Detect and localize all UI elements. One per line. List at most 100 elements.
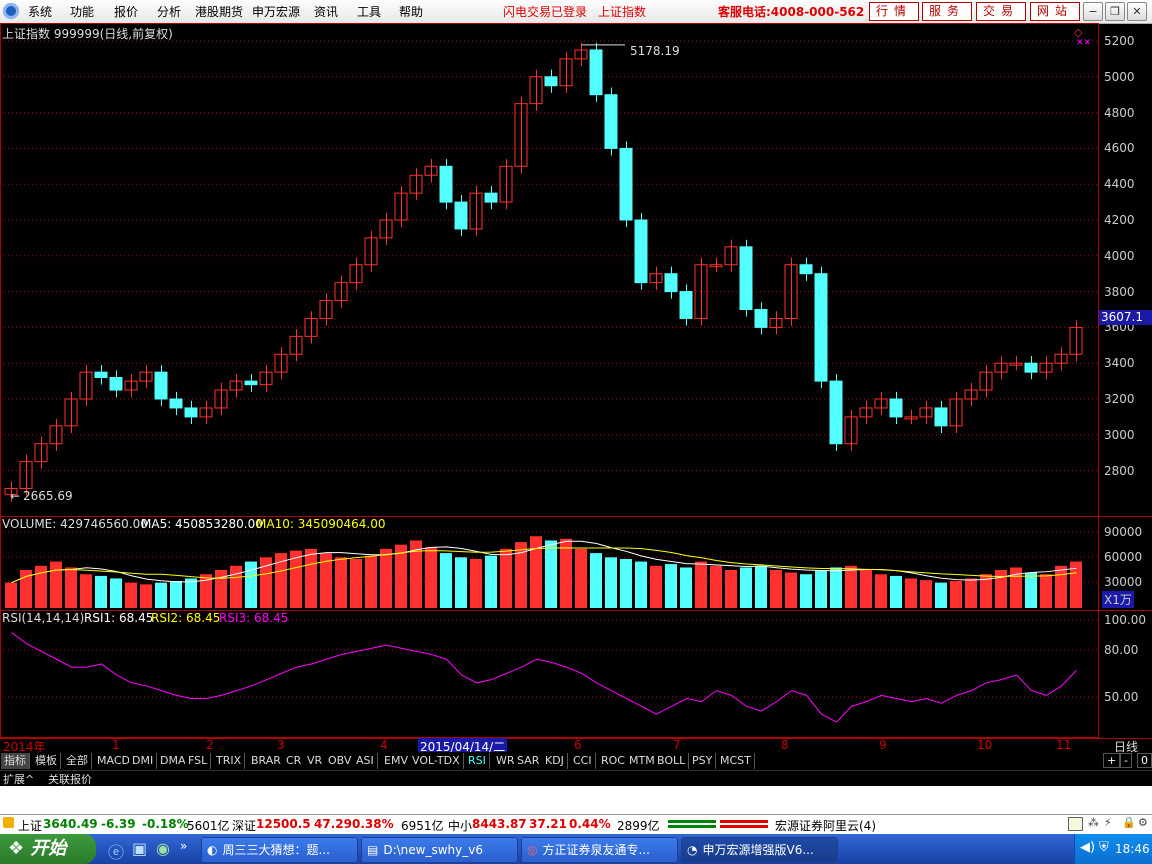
trade-button[interactable]: 交易 — [976, 2, 1026, 21]
market-button[interactable]: 行情 — [869, 2, 919, 21]
minimize-icon[interactable]: − — [1083, 2, 1103, 21]
rsi1-value: RSI1: 68.45 — [84, 611, 154, 625]
menu-shenwan[interactable]: 申万宏源 — [252, 3, 300, 20]
kline-chart[interactable] — [0, 23, 1099, 738]
task-icon: ◔ — [687, 843, 698, 857]
settings-icon[interactable]: ⚙ — [1138, 816, 1148, 829]
rsi3-value: RSI3: 68.45 — [219, 611, 289, 625]
candle — [109, 377, 123, 391]
tab-sar[interactable]: SAR — [514, 753, 544, 769]
clock: 18:46 — [1115, 842, 1150, 856]
candle — [679, 291, 693, 319]
ie-icon[interactable]: ⓔ — [108, 839, 124, 863]
time-label: 11 — [1056, 738, 1072, 752]
candle — [484, 192, 498, 203]
note-icon[interactable] — [1068, 817, 1083, 831]
sh-amount: 5601亿 — [187, 819, 230, 833]
volume-bar — [695, 561, 707, 608]
task-item-4[interactable]: ◔ 申万宏源增强版V6... — [681, 837, 838, 863]
tab-asi[interactable]: ASI — [353, 753, 378, 769]
hotline-text: 客服电话:4008-000-562 — [718, 5, 865, 19]
time-label: 2 — [206, 738, 214, 752]
volume-bar — [755, 565, 767, 608]
volume-bar — [995, 570, 1007, 608]
time-label: 9 — [879, 738, 887, 752]
lock-icon[interactable]: 🔒 — [1122, 816, 1136, 829]
volume-bar — [230, 565, 242, 608]
tab-psy[interactable]: PSY — [689, 753, 717, 769]
market-icon[interactable] — [3, 817, 14, 828]
tab-vr[interactable]: VR — [304, 753, 327, 769]
task-item-3[interactable]: ◎ 方正证券泉友通专... — [521, 837, 678, 863]
tab-rsi[interactable]: RSI — [465, 753, 490, 769]
tab-dmi[interactable]: DMI — [129, 753, 158, 769]
price-tick: 3000 — [1104, 427, 1135, 442]
tab-vol-tdx[interactable]: VOL-TDX — [409, 753, 464, 769]
market-breadth-icon — [668, 820, 768, 828]
sh-change: -6.39 — [101, 817, 136, 831]
candle — [934, 407, 948, 427]
expand-button[interactable]: 扩展^ — [3, 771, 34, 787]
volume-bar — [605, 557, 617, 608]
tab-cci[interactable]: CCI — [570, 753, 596, 769]
volume-tick: 60000 — [1104, 550, 1143, 564]
tab-指标[interactable]: 指标 — [1, 753, 30, 769]
close-icon[interactable]: ✕ — [1127, 2, 1147, 21]
antenna-icon[interactable]: ⚡ — [1104, 816, 1112, 829]
reset-button[interactable]: 0 — [1137, 753, 1152, 768]
menu-tools[interactable]: 工具 — [357, 3, 381, 20]
shield-icon[interactable]: ⛨ — [1099, 840, 1109, 855]
website-button[interactable]: 网站 — [1030, 2, 1080, 21]
flash-trade-status[interactable]: 闪电交易已登录 — [503, 3, 587, 20]
task-item-1[interactable]: ◐ 周三三大猜想：题... — [201, 837, 358, 863]
tab-boll[interactable]: BOLL — [654, 753, 690, 769]
price-tick: 3800 — [1104, 284, 1135, 299]
tab-emv[interactable]: EMV — [381, 753, 412, 769]
volume-bar — [815, 570, 827, 608]
tab-obv[interactable]: OBV — [325, 753, 356, 769]
menu-quote[interactable]: 报价 — [114, 3, 138, 20]
tab-roc[interactable]: ROC — [598, 753, 629, 769]
desktop-icon[interactable]: ▣ — [132, 839, 147, 858]
sz-change: 47.29 — [314, 817, 352, 831]
time-label: 6 — [574, 738, 582, 752]
tab-kdj[interactable]: KDJ — [542, 753, 568, 769]
expand-quicklaunch-icon[interactable]: » — [180, 839, 187, 853]
volume-bar — [905, 578, 917, 608]
server-name[interactable]: 宏源证券阿里云(4) — [775, 817, 876, 834]
tab-mcst[interactable]: MCST — [717, 753, 755, 769]
current-price-tag: 3607.1 — [1099, 310, 1152, 325]
rsi-tick: 80.00 — [1104, 643, 1139, 657]
start-button[interactable]: ❖ 开始 — [0, 834, 96, 864]
index-link[interactable]: 上证指数 — [598, 3, 646, 20]
volume-bar — [620, 559, 632, 608]
menu-function[interactable]: 功能 — [70, 3, 94, 20]
app-logo-icon[interactable] — [3, 3, 19, 19]
menu-analysis[interactable]: 分析 — [157, 3, 181, 20]
volume-bar — [425, 547, 437, 608]
tab-fsl[interactable]: FSL — [185, 753, 212, 769]
zoom-in-button[interactable]: + — [1103, 753, 1121, 768]
tab-brar[interactable]: BRAR — [248, 753, 285, 769]
time-label: 3 — [277, 738, 285, 752]
service-button[interactable]: 服务 — [922, 2, 972, 21]
tab-全部[interactable]: 全部 — [63, 753, 92, 769]
related-quote-button[interactable]: 关联报价 — [48, 771, 92, 787]
tab-trix[interactable]: TRIX — [213, 753, 246, 769]
restore-icon[interactable]: ❐ — [1105, 2, 1125, 21]
browser-icon[interactable]: ◉ — [156, 839, 170, 858]
menu-system[interactable]: 系统 — [28, 3, 52, 20]
cross-icon[interactable]: ✕✕ — [1076, 38, 1091, 48]
menu-hk-futures[interactable]: 港股期货 — [195, 3, 243, 20]
price-tick: 3400 — [1104, 356, 1135, 371]
task-item-2[interactable]: ▤ D:\new_swhy_v6 — [361, 837, 518, 863]
menu-news[interactable]: 资讯 — [314, 3, 338, 20]
tab-cr[interactable]: CR — [283, 753, 306, 769]
candle — [244, 380, 258, 386]
tab-macd[interactable]: MACD — [94, 753, 134, 769]
volume-icon[interactable]: ◀) — [1080, 840, 1095, 855]
tab-模板[interactable]: 模板 — [32, 753, 61, 769]
menu-help[interactable]: 帮助 — [399, 3, 423, 20]
signal-icon[interactable]: ⁂ — [1088, 816, 1099, 829]
zoom-out-button[interactable]: - — [1120, 753, 1132, 768]
